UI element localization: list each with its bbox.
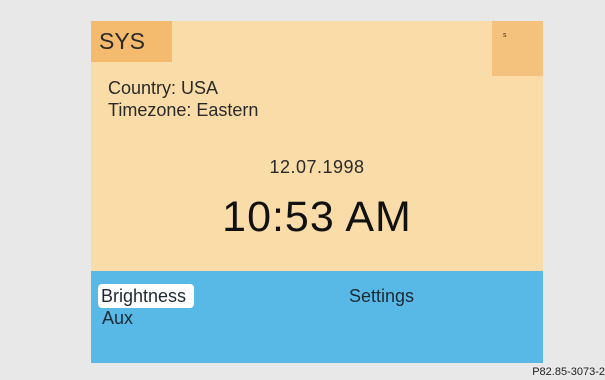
timezone-label: Timezone: Eastern: [108, 100, 259, 120]
figure-reference: P82.85-3073-2: [532, 366, 605, 378]
menu-item-settings[interactable]: Settings: [349, 286, 414, 306]
top-bar: SYS s: [91, 21, 543, 76]
menu-item-brightness[interactable]: Brightness: [98, 284, 195, 308]
corner-indicator: s: [492, 21, 543, 76]
display-screen: SYS s Country: USA Timezone: Eastern 12.…: [91, 21, 543, 363]
time-display: 10:53 AM: [222, 193, 412, 241]
menu-item-aux[interactable]: Aux: [102, 308, 133, 328]
date-display: 12.07.1998: [269, 157, 365, 177]
menu-bar: Brightness Settings Aux: [91, 271, 543, 363]
sys-tab[interactable]: SYS: [91, 21, 172, 62]
country-label: Country: USA: [108, 78, 219, 98]
